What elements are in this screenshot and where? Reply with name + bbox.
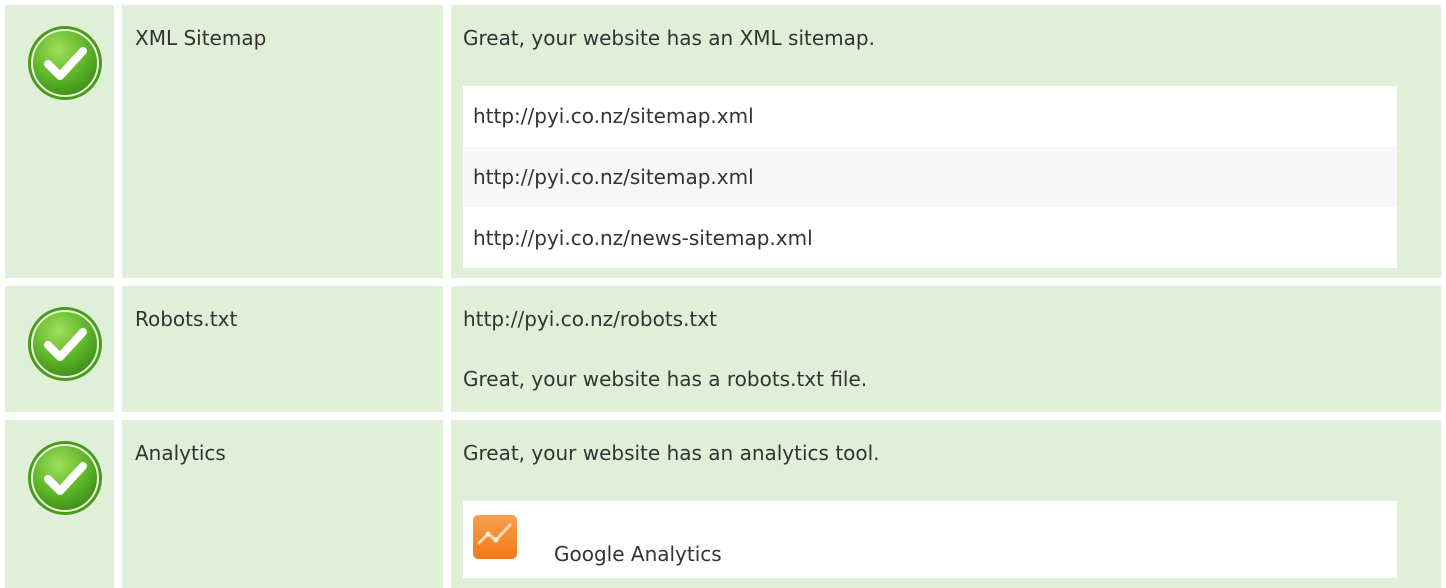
result-message: Great, your website has a robots.txt fil… xyxy=(463,367,868,391)
list-item: http://pyi.co.nz/sitemap.xml xyxy=(463,147,1397,207)
result-message: Great, your website has an analytics too… xyxy=(463,441,880,465)
analytics-tools-list: Google Analytics xyxy=(463,501,1397,578)
check-label: XML Sitemap xyxy=(135,26,267,50)
result-message: Great, your website has an XML sitemap. xyxy=(463,26,875,50)
content-cell: http://pyi.co.nz/robots.txt Great, your … xyxy=(451,286,1441,412)
content-cell: Great, your website has an analytics too… xyxy=(451,420,1441,588)
content-cell: Great, your website has an XML sitemap. … xyxy=(451,5,1441,278)
list-item: http://pyi.co.nz/news-sitemap.xml xyxy=(473,226,813,250)
result-row-analytics: Analytics Great, your website has an ana… xyxy=(0,420,1446,588)
status-cell xyxy=(5,286,114,412)
label-cell: Robots.txt xyxy=(122,286,443,412)
check-icon xyxy=(26,439,104,517)
status-cell xyxy=(5,5,114,278)
sitemap-list: http://pyi.co.nz/sitemap.xml http://pyi.… xyxy=(463,86,1397,268)
status-cell xyxy=(5,420,114,588)
robots-url: http://pyi.co.nz/robots.txt xyxy=(463,307,717,331)
result-row-robots-txt: Robots.txt http://pyi.co.nz/robots.txt G… xyxy=(0,286,1446,412)
list-item: Google Analytics xyxy=(554,542,722,566)
check-label: Robots.txt xyxy=(135,307,238,331)
list-item: http://pyi.co.nz/sitemap.xml xyxy=(473,104,754,128)
check-icon xyxy=(26,24,104,102)
label-cell: XML Sitemap xyxy=(122,5,443,278)
label-cell: Analytics xyxy=(122,420,443,588)
result-row-xml-sitemap: XML Sitemap Great, your website has an X… xyxy=(0,5,1446,278)
google-analytics-logo-icon xyxy=(473,515,517,559)
check-icon xyxy=(26,305,104,383)
check-label: Analytics xyxy=(135,441,226,465)
